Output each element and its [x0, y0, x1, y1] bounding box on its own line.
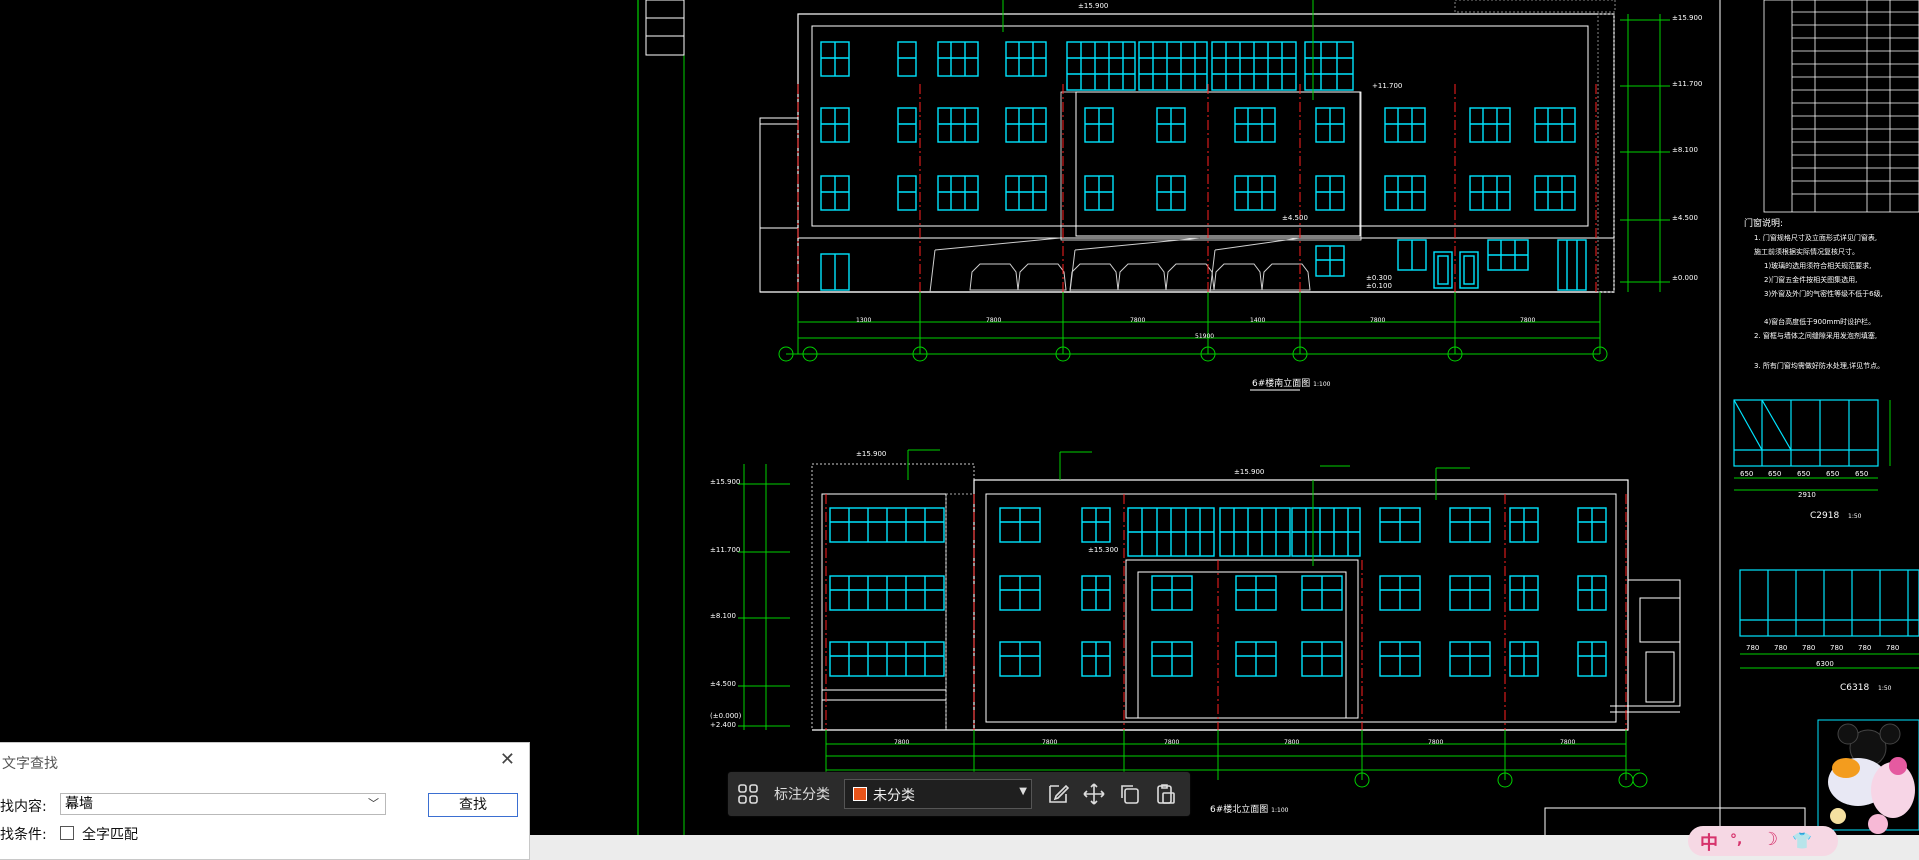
lower-level-top: ±15.900	[856, 450, 886, 458]
svg-text:650: 650	[1797, 470, 1810, 478]
upper-dim: 7800	[986, 317, 1001, 324]
svg-text:650: 650	[1855, 470, 1868, 478]
svg-text:6300: 6300	[1816, 660, 1834, 668]
svg-text:780: 780	[1886, 644, 1899, 652]
lower-elevation-title: 6#楼北立面图 1:100	[1210, 803, 1289, 815]
upper-level-top: ±15.900	[1078, 2, 1108, 10]
notes-heading: 门窗说明:	[1744, 217, 1783, 229]
ime-mode[interactable]: 中	[1700, 829, 1718, 855]
lower-dim: 7800	[894, 739, 909, 746]
lower-elevation	[738, 449, 1681, 788]
svg-text:1:50: 1:50	[1848, 513, 1862, 520]
chevron-down-icon[interactable]: ﹀	[368, 794, 379, 814]
category-color-swatch	[853, 787, 867, 801]
notes-line: 1. 门窗规格尺寸及立面形式详见门窗表,	[1754, 233, 1877, 242]
upper-dim: 7800	[1370, 317, 1385, 324]
svg-text:2910: 2910	[1798, 491, 1816, 499]
copy-icon[interactable]	[1118, 782, 1142, 806]
lower-level-2: ±11.700	[710, 546, 740, 554]
lower-dim: 7800	[1164, 739, 1179, 746]
upper-elevation	[759, 0, 1670, 362]
upper-level-r5: ±0.000	[1672, 274, 1698, 282]
svg-text:780: 780	[1746, 644, 1759, 652]
window-detail-c2918: 650 650 650 650 650 2910 C2918 1:50	[1733, 399, 1891, 521]
upper-dim: 7800	[1130, 317, 1145, 324]
upper-level-r2: ±11.700	[1672, 80, 1702, 88]
lower-dim: 7800	[1428, 739, 1443, 746]
ime-status-bar[interactable]: 中 °, ☽ 👕	[1688, 826, 1838, 856]
notes-line: 2)门窗五金件按相关图集选用,	[1764, 275, 1857, 284]
window-detail-c6318: 780 780 780 780 780 780 6300 C6318 1:50	[1739, 569, 1919, 693]
cad-drawing-canvas[interactable]: 6#楼南立面图 1:100 ±15.900 +11.700 ±15.900 ±1…	[0, 0, 1919, 860]
notes-line: 2. 窗框与墙体之间缝隙采用发泡剂填塞,	[1754, 331, 1877, 340]
annotation-category-select[interactable]: 未分类 ▼	[844, 779, 1032, 809]
notes-line: 3)外窗及外门的气密性等级不低于6级,	[1764, 289, 1883, 298]
paste-icon[interactable]	[1154, 782, 1178, 806]
upper-level-mid: +11.700	[1372, 82, 1402, 90]
lower-dim: 7800	[1560, 739, 1575, 746]
lower-level-5: (±0.000)	[710, 712, 742, 720]
edit-icon[interactable]	[1046, 782, 1070, 806]
svg-text:650: 650	[1826, 470, 1839, 478]
annotation-toolbar: 标注分类 未分类 ▼	[728, 772, 1190, 816]
find-button[interactable]: 查找	[428, 793, 518, 817]
lower-level-6: +2.400	[710, 721, 736, 729]
notes-line: 4)窗台高度低于900mm时设护栏。	[1764, 317, 1875, 326]
lower-level-1: ±15.900	[710, 478, 740, 486]
close-icon[interactable]: ✕	[500, 749, 515, 770]
upper-dim: 1400	[1250, 317, 1265, 324]
upper-level-door: ±0.300	[1366, 274, 1392, 282]
mascot-image	[1828, 723, 1915, 834]
svg-text:780: 780	[1802, 644, 1815, 652]
text-find-dialog: 文字查找 ✕ 找内容: 幕墙 ﹀ 查找 找条件: 全字匹配	[0, 742, 530, 860]
lower-dim: 7800	[1042, 739, 1057, 746]
full-match-checkbox[interactable]	[60, 826, 74, 840]
find-condition-label: 找条件:	[0, 827, 47, 843]
svg-text:780: 780	[1774, 644, 1787, 652]
move-icon[interactable]	[1082, 782, 1106, 806]
notes-line: 1)玻璃的选用须符合相关规范要求,	[1764, 261, 1871, 270]
door-window-table	[1763, 0, 1919, 213]
upper-level-r3: ±8.100	[1672, 146, 1698, 154]
upper-level-r1: ±15.900	[1672, 14, 1702, 22]
notes-line: 3. 所有门窗均需做好防水处理,详见节点。	[1754, 361, 1884, 370]
window-code: C2918	[1810, 511, 1839, 521]
grid-icon[interactable]	[736, 782, 760, 806]
ime-punct[interactable]: °,	[1730, 832, 1742, 848]
lower-level-inner: ±15.300	[1088, 546, 1118, 554]
upper-total-dim: 51900	[1195, 333, 1214, 340]
category-value: 未分类	[873, 788, 915, 804]
svg-text:650: 650	[1768, 470, 1781, 478]
svg-text:780: 780	[1858, 644, 1871, 652]
upper-elevation-title: 6#楼南立面图 1:100	[1252, 377, 1331, 389]
find-content-label: 找内容:	[0, 799, 47, 815]
full-match-label: 全字匹配	[82, 827, 138, 843]
notes-line: 施工前须根据实际情况复核尺寸。	[1754, 247, 1859, 256]
dialog-title: 文字查找	[2, 756, 58, 772]
upper-level-inner: ±4.500	[1282, 214, 1308, 222]
svg-text:650: 650	[1740, 470, 1753, 478]
window-code: C6318	[1840, 683, 1869, 693]
lower-level-3: ±8.100	[710, 612, 736, 620]
svg-text:1:50: 1:50	[1878, 685, 1892, 692]
find-content-input[interactable]: 幕墙 ﹀	[60, 793, 386, 815]
notes-block: 门窗说明: 1. 门窗规格尺寸及立面形式详见门窗表, 施工前须根据实际情况复核尺…	[1744, 217, 1884, 370]
lower-dim: 7800	[1284, 739, 1299, 746]
annotation-category-label: 标注分类	[774, 787, 830, 803]
svg-text:780: 780	[1830, 644, 1843, 652]
lower-level-4: ±4.500	[710, 680, 736, 688]
lower-level-mid: ±15.900	[1234, 468, 1264, 476]
shirt-icon[interactable]: 👕	[1792, 831, 1812, 850]
dropdown-caret-icon[interactable]: ▼	[1019, 786, 1027, 797]
upper-dim: 1300	[856, 317, 871, 324]
title-block-fragment	[645, 0, 685, 56]
find-content-value: 幕墙	[65, 796, 93, 812]
upper-dim: 7800	[1520, 317, 1535, 324]
upper-level-door2: ±0.100	[1366, 282, 1392, 290]
moon-icon[interactable]: ☽	[1762, 829, 1778, 850]
upper-level-r4: ±4.500	[1672, 214, 1698, 222]
